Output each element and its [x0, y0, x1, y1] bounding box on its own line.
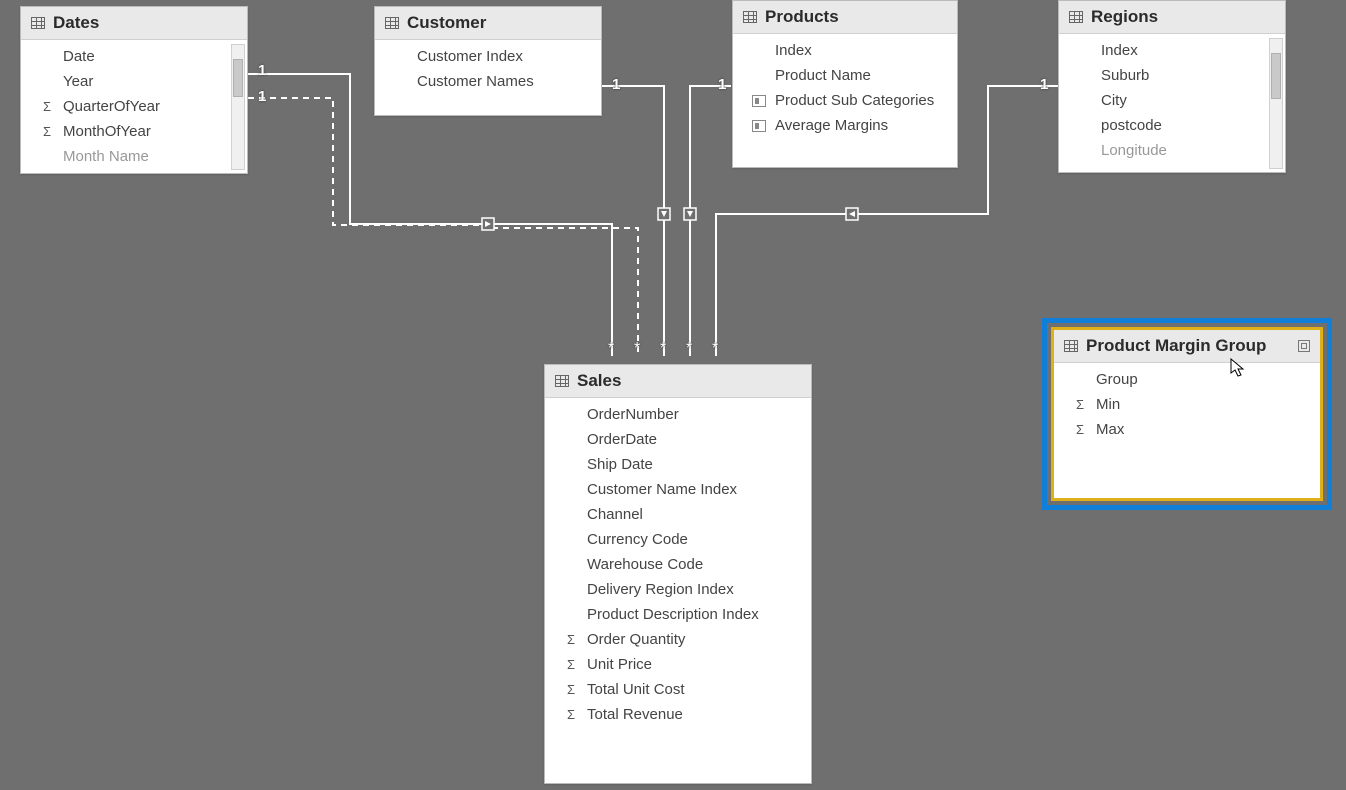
table-icon: [385, 17, 399, 29]
sigma-icon: [1072, 398, 1088, 412]
table-customer[interactable]: Customer Customer Index Customer Names: [374, 6, 602, 116]
field-row[interactable]: Average Margins: [733, 113, 957, 138]
maximize-icon[interactable]: [1298, 340, 1310, 352]
cardinality-one: 1: [718, 76, 726, 93]
relation-dates-sales-2[interactable]: [248, 98, 638, 356]
field-row[interactable]: Product Sub Categories: [733, 88, 957, 113]
field-row[interactable]: OrderNumber: [545, 402, 811, 427]
field-row[interactable]: QuarterOfYear: [21, 94, 229, 119]
category-icon: [751, 119, 767, 133]
field-list: Index Suburb City postcode Longitude: [1059, 34, 1285, 173]
scrollbar[interactable]: [231, 44, 245, 170]
field-row[interactable]: Date: [21, 44, 229, 69]
field-row[interactable]: Delivery Region Index: [545, 577, 811, 602]
selection-highlight: Product Margin Group Group Min Max: [1042, 318, 1332, 510]
scrollbar[interactable]: [1269, 38, 1283, 169]
scroll-thumb[interactable]: [233, 59, 243, 97]
table-header-products[interactable]: Products: [733, 1, 957, 34]
field-row[interactable]: MonthOfYear: [21, 119, 229, 144]
table-header-dates[interactable]: Dates: [21, 7, 247, 40]
relation-dates-sales-1[interactable]: [248, 74, 612, 356]
relationship-filter-arrow: [684, 208, 696, 220]
field-row[interactable]: postcode: [1059, 113, 1267, 138]
relation-products-sales[interactable]: [690, 86, 731, 356]
cardinality-one: 1: [1040, 76, 1048, 93]
cardinality-many: *: [634, 340, 640, 358]
table-icon: [31, 17, 45, 29]
table-icon: [743, 11, 757, 23]
table-icon: [1069, 11, 1083, 23]
table-icon: [555, 375, 569, 387]
sigma-icon: [563, 633, 579, 647]
scroll-thumb[interactable]: [1271, 53, 1281, 99]
field-row[interactable]: Index: [733, 38, 957, 63]
field-list: Date Year QuarterOfYear MonthOfYear Mont…: [21, 40, 247, 174]
field-row[interactable]: Ship Date: [545, 452, 811, 477]
table-title: Product Margin Group: [1086, 336, 1266, 356]
field-row[interactable]: Longitude: [1059, 138, 1267, 163]
table-header-customer[interactable]: Customer: [375, 7, 601, 40]
cardinality-many: *: [686, 340, 692, 358]
sigma-icon: [563, 683, 579, 697]
category-icon: [751, 94, 767, 108]
field-row[interactable]: Channel: [545, 502, 811, 527]
field-row[interactable]: Order Quantity: [545, 627, 811, 652]
relationship-filter-arrow: [658, 208, 670, 220]
field-list: Group Min Max: [1054, 363, 1320, 446]
field-row[interactable]: Group: [1054, 367, 1320, 392]
field-row[interactable]: Month Name: [21, 144, 229, 169]
table-product-margin-group[interactable]: Product Margin Group Group Min Max: [1051, 327, 1323, 501]
field-list: Customer Index Customer Names: [375, 40, 601, 98]
table-header-pmg[interactable]: Product Margin Group: [1054, 330, 1320, 363]
table-products[interactable]: Products Index Product Name Product Sub …: [732, 0, 958, 168]
field-row[interactable]: Product Name: [733, 63, 957, 88]
field-list: OrderNumber OrderDate Ship Date Customer…: [545, 398, 811, 731]
table-header-regions[interactable]: Regions: [1059, 1, 1285, 34]
field-row[interactable]: Customer Name Index: [545, 477, 811, 502]
relationship-filter-arrow: [846, 208, 858, 220]
table-title: Customer: [407, 13, 486, 33]
cardinality-many: *: [660, 340, 666, 358]
cardinality-one: 1: [258, 62, 266, 79]
field-row[interactable]: Year: [21, 69, 229, 94]
field-row[interactable]: Product Description Index: [545, 602, 811, 627]
field-row[interactable]: Index: [1059, 38, 1267, 63]
field-list: Index Product Name Product Sub Categorie…: [733, 34, 957, 142]
field-row[interactable]: Suburb: [1059, 63, 1267, 88]
table-icon: [1064, 340, 1078, 352]
table-title: Regions: [1091, 7, 1158, 27]
field-row[interactable]: OrderDate: [545, 427, 811, 452]
field-row[interactable]: Customer Names: [375, 69, 601, 94]
table-sales[interactable]: Sales OrderNumber OrderDate Ship Date Cu…: [544, 364, 812, 784]
table-title: Products: [765, 7, 839, 27]
field-row[interactable]: Total Revenue: [545, 702, 811, 727]
table-regions[interactable]: Regions Index Suburb City postcode Longi…: [1058, 0, 1286, 173]
field-row[interactable]: City: [1059, 88, 1267, 113]
cardinality-one: 1: [258, 88, 266, 105]
field-row[interactable]: Warehouse Code: [545, 552, 811, 577]
field-row[interactable]: Currency Code: [545, 527, 811, 552]
field-row[interactable]: Customer Index: [375, 44, 601, 69]
table-dates[interactable]: Dates Date Year QuarterOfYear MonthOfYea…: [20, 6, 248, 174]
cardinality-many: *: [712, 340, 718, 358]
cardinality-many: *: [608, 340, 614, 358]
relationship-filter-arrow: [482, 218, 494, 230]
field-row[interactable]: Unit Price: [545, 652, 811, 677]
table-header-sales[interactable]: Sales: [545, 365, 811, 398]
sigma-icon: [1072, 423, 1088, 437]
table-title: Sales: [577, 371, 621, 391]
table-title: Dates: [53, 13, 99, 33]
relation-customer-sales[interactable]: [602, 86, 664, 356]
sigma-icon: [39, 125, 55, 139]
field-row[interactable]: Total Unit Cost: [545, 677, 811, 702]
sigma-icon: [39, 100, 55, 114]
field-row[interactable]: Min: [1054, 392, 1320, 417]
field-row[interactable]: Max: [1054, 417, 1320, 442]
sigma-icon: [563, 658, 579, 672]
cardinality-one: 1: [612, 76, 620, 93]
sigma-icon: [563, 708, 579, 722]
